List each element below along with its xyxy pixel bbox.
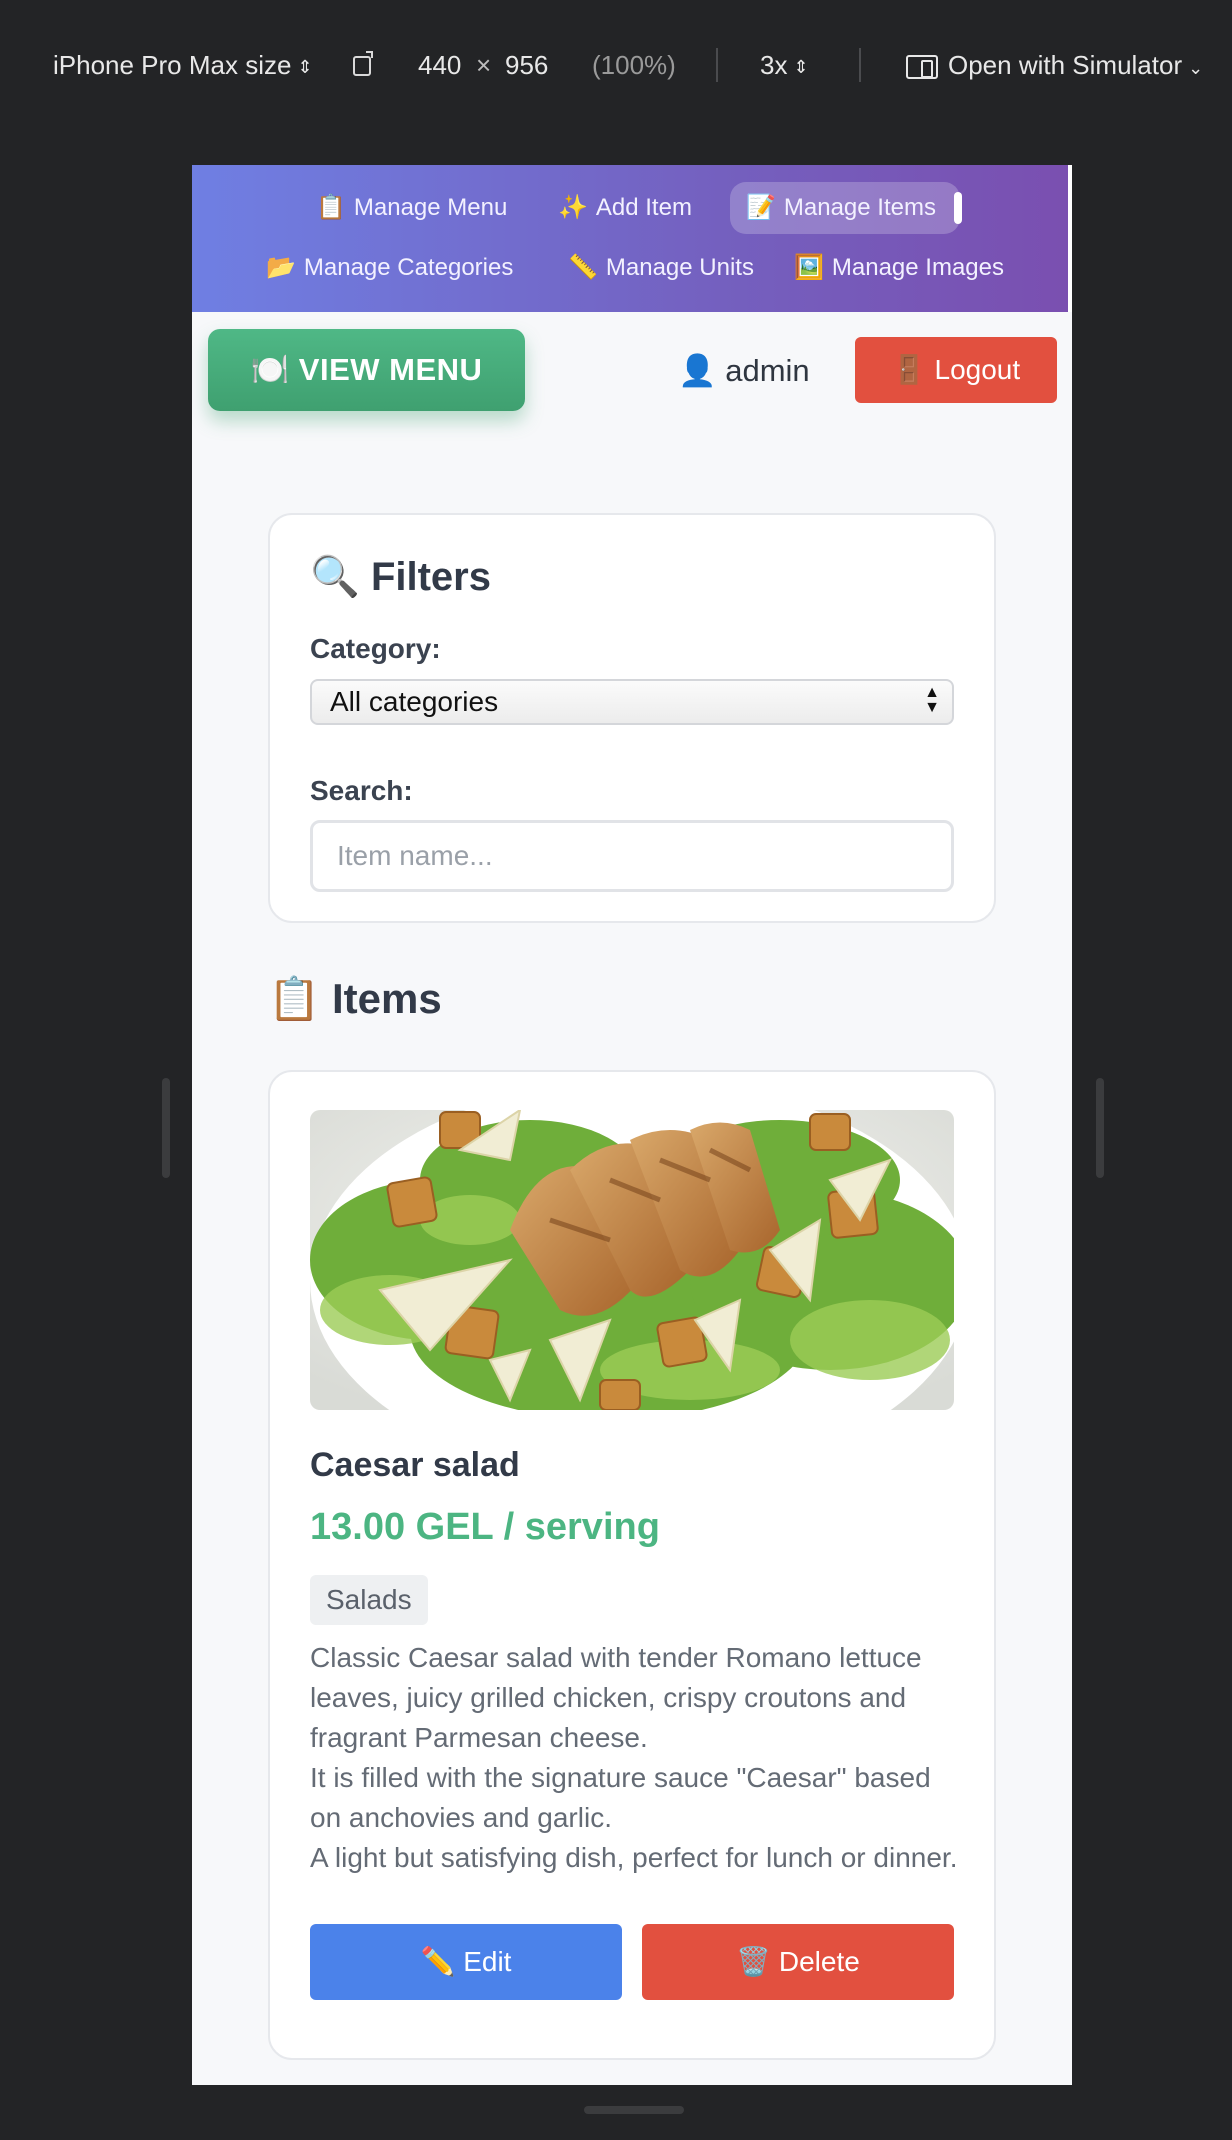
filters-card: 🔍 Filters Category: All categories ▲ ▼ Se… — [268, 513, 996, 923]
view-menu-label: VIEW MENU — [298, 352, 483, 387]
pencil-icon: ✏️ — [420, 1946, 456, 1977]
toolbar-divider — [859, 48, 861, 82]
filters-title-text: Filters — [370, 555, 491, 599]
category-select[interactable]: All categories ▲ ▼ — [310, 679, 954, 725]
trash-icon: 🗑️ — [736, 1946, 772, 1977]
nav-add-item[interactable]: ✨ Add Item — [542, 182, 708, 234]
clipboard-icon: 📋 — [268, 975, 321, 1022]
search-label: Search: — [310, 775, 413, 806]
dimension-separator: × — [476, 50, 492, 80]
logout-label: Logout — [934, 354, 1021, 385]
door-icon: 🚪 — [891, 354, 927, 385]
device-viewport: 📋 Manage Menu ✨ Add Item 📝 Manage Items 📂 Ma… — [192, 165, 1072, 2085]
category-badge: Salads — [310, 1575, 428, 1625]
magnifier-icon: 🔍 — [310, 555, 360, 599]
username: admin — [725, 353, 810, 388]
resize-handle-bottom[interactable] — [584, 2106, 684, 2114]
simulator-label: Open with Simulator — [948, 50, 1183, 80]
items-section-title: 📋 Items — [268, 975, 442, 1024]
device-selector[interactable]: iPhone Pro Max size ⇕ — [53, 47, 313, 83]
rotate-icon[interactable] — [352, 49, 378, 86]
zoom-level: (100%) — [592, 50, 676, 80]
nav-label: Add Item — [595, 194, 692, 221]
chevron-down-icon: ⌄ — [1188, 58, 1204, 78]
nav-label: Manage Items — [783, 194, 936, 221]
dpr-label: 3x — [760, 50, 788, 80]
nav-label: Manage Menu — [353, 194, 508, 221]
nav-edge — [1068, 165, 1072, 312]
simulator-icon — [906, 55, 938, 80]
search-placeholder: Item name... — [337, 840, 493, 871]
view-menu-button[interactable]: 🍽️ VIEW MENU — [208, 329, 525, 411]
resize-handle-left[interactable] — [162, 1078, 170, 1178]
user-info: 👤 admin — [678, 345, 810, 397]
nav-manage-units[interactable]: 📏 Manage Units — [552, 242, 770, 294]
logout-button[interactable]: 🚪 Logout — [855, 337, 1057, 403]
active-indicator — [953, 192, 962, 224]
memo-icon: 📝 — [746, 194, 776, 221]
plate-icon: 🍽️ — [250, 352, 290, 387]
user-icon: 👤 — [678, 353, 717, 388]
item-name: Caesar salad — [310, 1446, 520, 1484]
toolbar-divider — [716, 48, 718, 82]
category-label: Category: — [310, 633, 441, 664]
delete-button[interactable]: 🗑️ Delete — [642, 1924, 954, 2000]
sparkles-icon: ✨ — [558, 194, 588, 221]
filters-title: 🔍 Filters — [310, 553, 491, 600]
items-title-text: Items — [331, 975, 442, 1022]
edit-label: Edit — [463, 1946, 512, 1977]
resize-handle-right[interactable] — [1096, 1078, 1104, 1178]
item-price: 13.00 GEL / serving — [310, 1506, 660, 1548]
search-input[interactable]: Item name... — [310, 820, 954, 892]
viewport-width[interactable]: 440 — [418, 47, 461, 83]
folder-icon: 📂 — [266, 254, 296, 281]
picture-icon: 🖼️ — [794, 254, 824, 281]
item-description: Classic Caesar salad with tender Romano … — [310, 1642, 958, 1873]
category-selected-value: All categories — [330, 686, 499, 717]
devtools-toolbar: iPhone Pro Max size ⇕ 440 × 956 (100%) 3x… — [0, 0, 1232, 130]
admin-nav: 📋 Manage Menu ✨ Add Item 📝 Manage Items 📂 Ma… — [192, 165, 1072, 312]
updown-chevron-icon: ▲ ▼ — [924, 684, 940, 716]
nav-manage-items[interactable]: 📝 Manage Items — [730, 182, 962, 234]
device-label: iPhone Pro Max size — [53, 50, 292, 80]
viewport-height[interactable]: 956 — [505, 47, 548, 83]
nav-manage-images[interactable]: 🖼️ Manage Images — [778, 242, 1020, 294]
menu-item-card: Caesar salad 13.00 GEL / serving Salads … — [268, 1070, 996, 2060]
delete-label: Delete — [778, 1946, 860, 1977]
nav-manage-menu[interactable]: 📋 Manage Menu — [300, 182, 523, 234]
edit-button[interactable]: ✏️ Edit — [310, 1924, 622, 2000]
nav-label: Manage Categories — [303, 254, 514, 281]
clipboard-icon: 📋 — [316, 194, 346, 221]
ruler-icon: 📏 — [568, 254, 598, 281]
updown-chevron-icon: ⇕ — [793, 57, 809, 78]
nav-manage-categories[interactable]: 📂 Manage Categories — [250, 242, 529, 294]
nav-label: Manage Images — [831, 254, 1004, 281]
open-simulator-button[interactable]: Open with Simulator ⌄ — [906, 47, 1203, 86]
item-photo — [310, 1110, 954, 1410]
nav-label: Manage Units — [605, 254, 754, 281]
updown-chevron-icon: ⇕ — [297, 57, 313, 78]
dpr-selector[interactable]: 3x ⇕ — [760, 47, 809, 83]
